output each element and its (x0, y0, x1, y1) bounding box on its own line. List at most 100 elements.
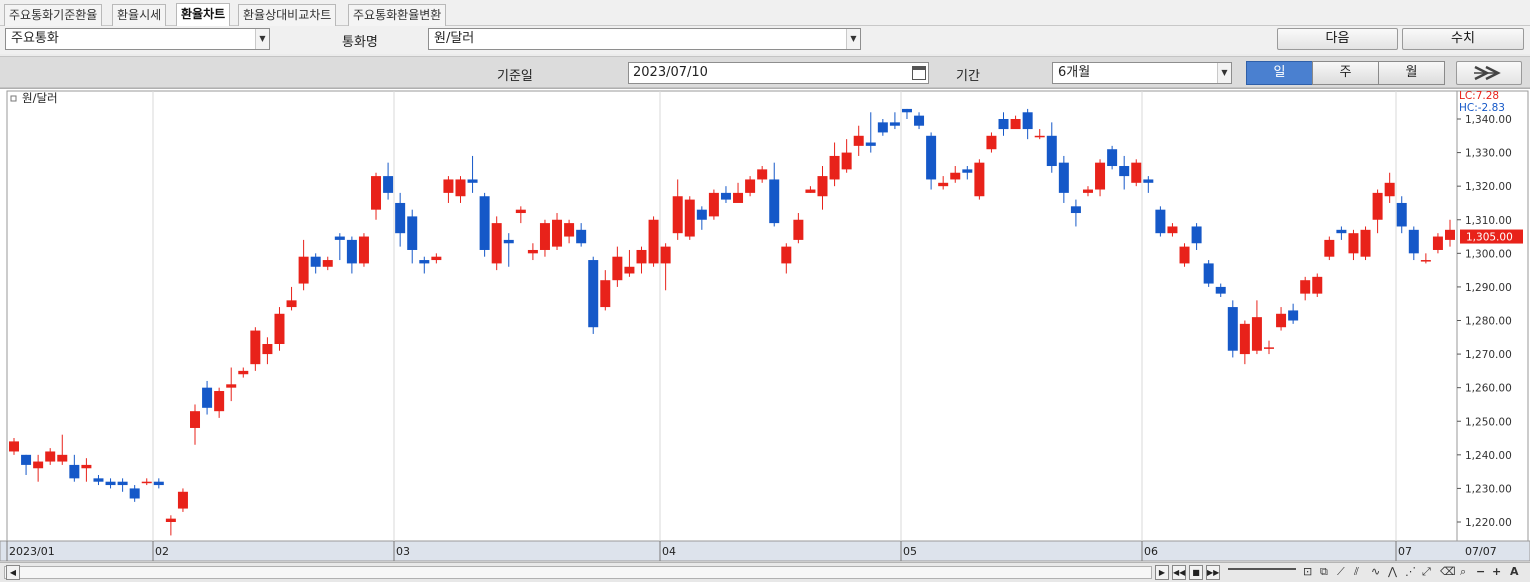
candle-body (1227, 307, 1238, 351)
current-price-label: 1,305.00 (1466, 232, 1513, 244)
candle-body (1360, 229, 1371, 257)
next-button[interactable]: 다음 (1277, 28, 1398, 50)
candle-body (431, 256, 442, 261)
chevron-down-icon[interactable]: ▼ (255, 29, 269, 49)
currency-group-select[interactable]: 주요통화 ▼ (5, 28, 270, 50)
tab-currency-converter[interactable]: 주요통화환율변환 (348, 4, 447, 26)
zoom-icon[interactable]: ⌕ (1460, 565, 1466, 579)
plus-icon[interactable]: + (1492, 565, 1501, 578)
y-tick-label: 1,220.00 (1465, 517, 1512, 529)
candle-body (974, 162, 985, 197)
candle-body (1179, 246, 1190, 264)
candle-body (467, 179, 478, 183)
text-tool-icon[interactable]: A (1510, 565, 1519, 578)
tab-rate-chart[interactable]: 환율차트 (176, 3, 231, 27)
candle-body (793, 219, 804, 240)
interval-daily-button[interactable]: 일 (1246, 61, 1313, 85)
candle-body (105, 481, 116, 486)
copy-icon[interactable]: ⧉ (1320, 565, 1328, 579)
candle-body (226, 384, 237, 388)
crosshair-icon[interactable]: ⊡ (1303, 565, 1312, 578)
candle-body (1239, 323, 1250, 355)
candle-body (503, 239, 514, 244)
candle-body (214, 391, 225, 412)
hc-label: HC:-2.83 (1459, 102, 1505, 114)
x-tick-label: 07 (1398, 545, 1412, 558)
selection-toolbar: 주요통화 ▼ 통화명 원/달러 ▼ 다음 수치 (0, 26, 1530, 54)
candle-body (1372, 192, 1383, 220)
candle-body (1215, 286, 1226, 294)
candle-body (914, 115, 925, 126)
wave-icon[interactable]: ∿ (1371, 565, 1380, 578)
scroll-right-icon[interactable]: ▶ (1155, 565, 1169, 580)
trendline-icon[interactable]: ⟋ (1337, 565, 1345, 579)
candle-body (986, 135, 997, 150)
candle-body (877, 122, 888, 133)
candle-body (1324, 239, 1335, 257)
stop-icon[interactable]: ■ (1189, 565, 1203, 580)
candle-body (81, 464, 92, 469)
candle-body (901, 108, 912, 113)
currency-name-select[interactable]: 원/달러 ▼ (428, 28, 861, 50)
lc-label: LC:7.28 (1459, 90, 1499, 102)
expand-icon[interactable]: ⤢ (1422, 565, 1431, 579)
candle-body (745, 179, 756, 193)
period-label: 기간 (956, 69, 980, 84)
candle-body (624, 266, 635, 274)
candle-body (889, 122, 900, 126)
calendar-icon[interactable] (912, 66, 926, 80)
chevron-down-icon[interactable]: ▼ (846, 29, 860, 49)
period-select[interactable]: 6개월 ▼ (1052, 62, 1232, 84)
candle-body (1312, 276, 1323, 294)
candle-body (1203, 263, 1214, 284)
scroll-left-icon[interactable]: ◀ (6, 565, 20, 580)
candle-body (1143, 179, 1154, 183)
y-tick-label: 1,340.00 (1465, 114, 1512, 126)
minus-icon[interactable]: − (1476, 565, 1485, 578)
tab-relative-comparison-chart[interactable]: 환율상대비교차트 (238, 4, 337, 26)
candle-body (455, 179, 466, 197)
double-chevron-right-icon (1474, 65, 1501, 81)
interval-weekly-button[interactable]: 주 (1312, 61, 1379, 85)
interval-monthly-button[interactable]: 월 (1378, 61, 1445, 85)
candle-body (1022, 112, 1033, 130)
x-end-label: 07/07 (1465, 545, 1497, 558)
chart-scrollbar: ◀ ▶ ◀◀ ■ ▶▶ ⊡ ⧉ ⟋ ⫽ ∿ ⋀ ⋰ ⤢ ⌫ ⌕ − + A (0, 562, 1530, 582)
forward-button[interactable] (1456, 61, 1522, 85)
candle-body (805, 189, 816, 193)
candle-body (733, 192, 744, 203)
values-button[interactable]: 수치 (1402, 28, 1524, 50)
candle-body (202, 387, 213, 408)
candle-body (1432, 236, 1443, 250)
zoom-slider[interactable] (1228, 568, 1296, 570)
candle-body (117, 481, 128, 486)
candle-body (443, 179, 454, 193)
candle-body (371, 176, 382, 210)
tab-base-rates[interactable]: 주요통화기준환율 (4, 4, 103, 26)
skip-back-icon[interactable]: ◀◀ (1172, 565, 1186, 580)
pattern-icon[interactable]: ⋰ (1405, 565, 1416, 578)
candle-body (527, 249, 538, 254)
candle-body (262, 344, 273, 355)
x-tick-label: 02 (155, 545, 169, 558)
candle-body (672, 196, 683, 234)
skip-forward-icon[interactable]: ▶▶ (1206, 565, 1220, 580)
channel-icon[interactable]: ⫽ (1354, 565, 1359, 579)
period-value: 6개월 (1058, 65, 1091, 80)
erase-icon[interactable]: ⌫ (1440, 565, 1456, 578)
scroll-track[interactable] (4, 566, 1152, 579)
candle-body (1167, 226, 1178, 234)
candle-body (865, 142, 876, 146)
candle-body (1191, 226, 1202, 244)
tab-rate-quotes[interactable]: 환율시세 (112, 4, 167, 26)
candle-body (1288, 310, 1299, 321)
candle-body (588, 260, 599, 328)
date-input[interactable]: 2023/07/10 (628, 62, 929, 84)
fibonacci-icon[interactable]: ⋀ (1388, 565, 1397, 578)
candlestick-chart: 2023/01 02 03 04 05 06 07 07/07 1,220.00 1,230.00… (0, 88, 1530, 564)
y-tick-label: 1,290.00 (1465, 282, 1512, 294)
candle-body (720, 192, 731, 200)
chevron-down-icon[interactable]: ▼ (1217, 63, 1231, 83)
candle-body (1107, 149, 1118, 167)
y-tick-label: 1,240.00 (1465, 450, 1512, 462)
